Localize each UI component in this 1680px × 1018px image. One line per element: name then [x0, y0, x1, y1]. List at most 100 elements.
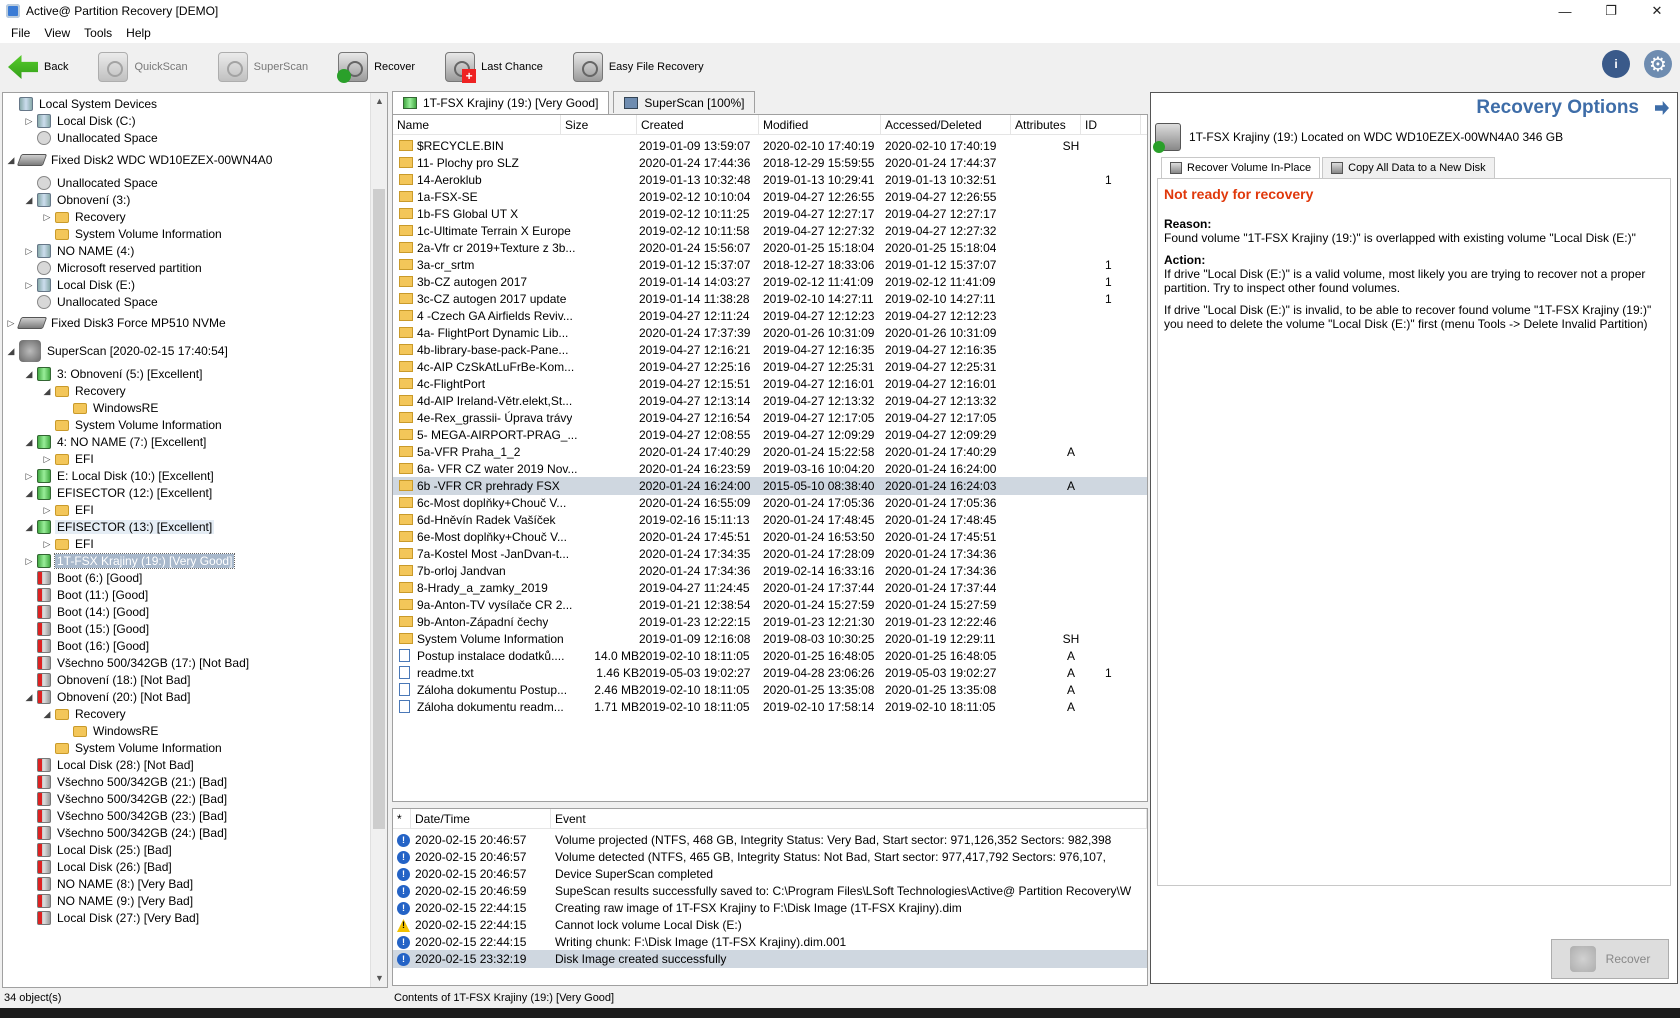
- tree-item[interactable]: ◢ 4: NO NAME (7:) [Excellent]: [23, 433, 208, 451]
- log-row[interactable]: ! 2020-02-15 22:44:15 Writing chunk: F:\Di…: [393, 933, 1147, 951]
- tree-item[interactable]: ▷ Local Disk (E:): [23, 276, 137, 294]
- col-datetime[interactable]: Date/Time: [411, 809, 551, 828]
- menu-file[interactable]: File: [4, 26, 37, 40]
- scroll-up-icon[interactable]: ▲: [371, 93, 387, 110]
- scroll-down-icon[interactable]: ▼: [371, 970, 387, 987]
- file-row[interactable]: 6e-Most doplňky+Chouč V... 2020-01-24 17:…: [393, 528, 1147, 546]
- file-row[interactable]: 4a- FlightPort Dynamic Lib... 2020-01-24 …: [393, 324, 1147, 342]
- file-row[interactable]: 6c-Most doplňky+Chouč V... 2020-01-24 16:…: [393, 494, 1147, 512]
- log-row[interactable]: ! 2020-02-15 20:46:59 SupeScan results suc…: [393, 882, 1147, 900]
- tree-scrollbar[interactable]: ▲ ▼: [370, 93, 387, 987]
- tree-toggle-icon[interactable]: ▷: [23, 556, 35, 567]
- quickscan-button[interactable]: QuickScan: [98, 47, 188, 87]
- file-row[interactable]: 2a-Vfr cr 2019+Texture z 3b... 2020-01-24…: [393, 239, 1147, 257]
- file-row[interactable]: 4 -Czech GA Airfields Reviv... 2019-04-27…: [393, 307, 1147, 325]
- tree-item[interactable]: Local Disk (26:) [Bad]: [23, 858, 174, 876]
- tree-item[interactable]: Local System Devices: [5, 95, 159, 113]
- tree-item[interactable]: ▷ 1T-FSX Krajiny (19:) [Very Good]: [23, 552, 236, 570]
- col-flag[interactable]: *: [393, 809, 411, 828]
- file-row[interactable]: 3c-CZ autogen 2017 update 2019-01-14 11:3…: [393, 290, 1147, 308]
- tree-item[interactable]: Local Disk (27:) [Very Bad]: [23, 909, 201, 927]
- tree-item[interactable]: Local Disk (25:) [Bad]: [23, 841, 174, 859]
- tree-toggle-icon[interactable]: ◢: [23, 522, 35, 533]
- tree-item[interactable]: ▷ Recovery: [41, 208, 128, 226]
- minimize-button[interactable]: —: [1542, 0, 1588, 22]
- file-row[interactable]: 4d-AIP Ireland-Větr.elekt,St... 2019-04-2…: [393, 392, 1147, 410]
- back-button[interactable]: Back: [8, 47, 68, 87]
- tree-toggle-icon[interactable]: ◢: [5, 346, 17, 357]
- tree-item[interactable]: ◢ Obnovení (20:) [Not Bad]: [23, 688, 192, 706]
- scroll-thumb[interactable]: [373, 189, 385, 829]
- file-row[interactable]: 4c-FlightPort 2019-04-27 12:15:51 2019-04-…: [393, 375, 1147, 393]
- tree-item[interactable]: ◢ Fixed Disk2 WDC WD10EZEX-00WN4A0: [5, 151, 274, 169]
- tree-item[interactable]: NO NAME (9:) [Very Bad]: [23, 892, 195, 910]
- tree-item[interactable]: NO NAME (8:) [Very Bad]: [23, 875, 195, 893]
- tree-item[interactable]: ◢ Recovery: [41, 382, 128, 400]
- tree-item[interactable]: ◢ SuperScan [2020-02-15 17:40:54]: [5, 340, 230, 362]
- tree-item[interactable]: Local Disk (28:) [Not Bad]: [23, 756, 196, 774]
- tree-toggle-icon[interactable]: ◢: [23, 437, 35, 448]
- tree-item[interactable]: ◢ Obnovení (3:): [23, 191, 132, 209]
- tree-toggle-icon[interactable]: ◢: [23, 488, 35, 499]
- file-row[interactable]: 4c-AIP CzSkAtLuFrBe-Kom... 2019-04-27 12:…: [393, 358, 1147, 376]
- tree-toggle-icon[interactable]: ▷: [41, 454, 53, 465]
- menu-help[interactable]: Help: [119, 26, 158, 40]
- tree-toggle-icon[interactable]: ◢: [23, 369, 35, 380]
- file-row[interactable]: 4e-Rex_grassii- Úprava trávy 2019-04-27 1…: [393, 409, 1147, 427]
- tree-item[interactable]: System Volume Information: [41, 416, 224, 434]
- file-row[interactable]: 6a- VFR CZ water 2019 Nov... 2020-01-24 1…: [393, 460, 1147, 478]
- superscan-button[interactable]: SuperScan: [217, 47, 308, 87]
- file-row[interactable]: 9a-Anton-TV vysílače CR 2... 2019-01-21 1…: [393, 596, 1147, 614]
- tree-item[interactable]: Unallocated Space: [23, 174, 160, 192]
- recover-toolbar-button[interactable]: Recover: [337, 47, 415, 87]
- tree-item[interactable]: ▷ EFI: [41, 450, 96, 468]
- tree-toggle-icon[interactable]: ◢: [23, 692, 35, 703]
- tree-item[interactable]: Boot (6:) [Good]: [23, 569, 144, 587]
- tree-item[interactable]: System Volume Information: [41, 739, 224, 757]
- last-chance-button[interactable]: Last Chance: [445, 47, 543, 87]
- col-name[interactable]: Name: [393, 115, 561, 134]
- gear-icon[interactable]: ⚙: [1644, 50, 1672, 78]
- tree-item[interactable]: Všechno 500/342GB (23:) [Bad]: [23, 807, 229, 825]
- log-row[interactable]: ! 2020-02-15 20:46:57 Volume projected (NT…: [393, 831, 1147, 849]
- tree-item[interactable]: Boot (15:) [Good]: [23, 620, 151, 638]
- tree-item[interactable]: Všechno 500/342GB (17:) [Not Bad]: [23, 654, 251, 672]
- file-row[interactable]: 6d-Hněvín Radek Vašíček 2019-02-16 15:11:…: [393, 511, 1147, 529]
- tree-item[interactable]: WindowsRE: [59, 722, 160, 740]
- file-row[interactable]: 4b-library-base-pack-Pane... 2019-04-27 1…: [393, 341, 1147, 359]
- collapse-arrow-icon[interactable]: [1655, 101, 1669, 115]
- tree-item[interactable]: Všechno 500/342GB (22:) [Bad]: [23, 790, 229, 808]
- log-row[interactable]: ! 2020-02-15 23:32:19 Disk Image created s…: [393, 950, 1147, 968]
- tree-item[interactable]: ◢ 3: Obnovení (5:) [Excellent]: [23, 365, 204, 383]
- file-row[interactable]: $RECYCLE.BIN 2019-01-09 13:59:07 2020-02-1…: [393, 137, 1147, 155]
- col-event[interactable]: Event: [551, 809, 1147, 828]
- file-row[interactable]: Postup instalace dodatků.... 14.0 MB 2019-…: [393, 647, 1147, 665]
- tree-toggle-icon[interactable]: ▷: [23, 246, 35, 257]
- file-row[interactable]: 7b-orloj Jandvan 2020-01-24 17:34:36 2019-…: [393, 562, 1147, 580]
- file-row[interactable]: 6b -VFR CR prehrady FSX 2020-01-24 16:24:…: [393, 477, 1147, 495]
- file-row[interactable]: 7a-Kostel Most -JanDvan-t... 2020-01-24 1…: [393, 545, 1147, 563]
- tab-superscan[interactable]: SuperScan [100%]: [613, 91, 756, 113]
- file-row[interactable]: Záloha dokumentu readm... 1.71 MB 2019-02-…: [393, 698, 1147, 716]
- tree-item[interactable]: Všechno 500/342GB (21:) [Bad]: [23, 773, 229, 791]
- file-row[interactable]: 3a-cr_srtm 2019-01-12 15:37:07 2018-12-27 …: [393, 256, 1147, 274]
- tree-toggle-icon[interactable]: ▷: [23, 116, 35, 127]
- tree-item[interactable]: ▷ NO NAME (4:): [23, 242, 136, 260]
- tree-toggle-icon[interactable]: ▷: [41, 505, 53, 516]
- tree-item[interactable]: Microsoft reserved partition: [23, 259, 204, 277]
- tree-toggle-icon[interactable]: ◢: [23, 195, 35, 206]
- tree-item[interactable]: Unallocated Space: [23, 293, 160, 311]
- tree-toggle-icon[interactable]: ▷: [41, 212, 53, 223]
- tree-item[interactable]: Unallocated Space: [23, 129, 160, 147]
- file-row[interactable]: 1b-FS Global UT X 2019-02-12 10:11:25 2019…: [393, 205, 1147, 223]
- tree-item[interactable]: System Volume Information: [41, 225, 224, 243]
- col-id[interactable]: ID: [1081, 115, 1141, 134]
- file-row[interactable]: 1a-FSX-SE 2019-02-12 10:10:04 2019-04-27 1…: [393, 188, 1147, 206]
- tree-item[interactable]: Obnovení (18:) [Not Bad]: [23, 671, 192, 689]
- tree-toggle-icon[interactable]: ◢: [5, 155, 17, 166]
- close-button[interactable]: ✕: [1634, 0, 1680, 22]
- tree-toggle-icon[interactable]: ◢: [41, 709, 53, 720]
- tree-item[interactable]: Boot (11:) [Good]: [23, 586, 150, 604]
- maximize-button[interactable]: ❐: [1588, 0, 1634, 22]
- col-attributes[interactable]: Attributes: [1011, 115, 1081, 134]
